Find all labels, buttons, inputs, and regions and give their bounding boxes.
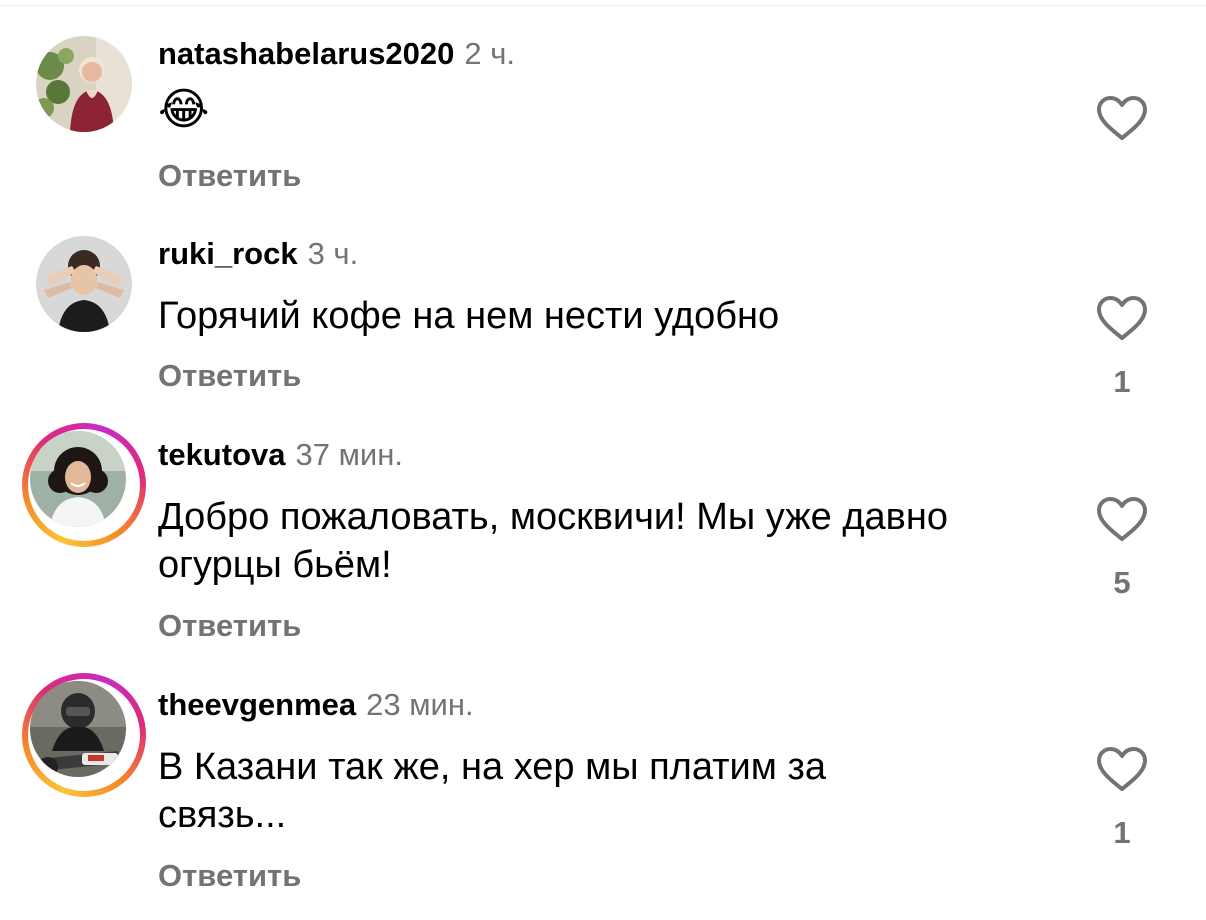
comment-text: Горячий кофе на нем нести удобно — [158, 295, 780, 337]
timestamp: 37 мин. — [295, 437, 403, 472]
comment-header: tekutova 37 мин. — [158, 437, 403, 477]
username[interactable]: theevgenmea — [158, 687, 356, 723]
top-divider — [0, 5, 1206, 6]
like-count[interactable]: 5 — [1096, 565, 1148, 601]
comment-text: Добро пожаловать, москвичи! Мы уже давно… — [158, 496, 948, 586]
comment-header: ruki_rock 3 ч. — [158, 236, 358, 276]
avatar-story-ring[interactable] — [22, 673, 146, 797]
comment-text: 😂 — [158, 86, 1058, 136]
motorcyclist-avatar-icon — [30, 681, 126, 777]
woman-with-plants-avatar-icon — [36, 36, 132, 132]
avatar[interactable] — [36, 36, 132, 132]
username[interactable]: ruki_rock — [158, 236, 298, 272]
timestamp: 3 ч. — [307, 236, 359, 271]
hands-face-avatar-icon — [36, 236, 132, 332]
reply-button[interactable]: Ответить — [158, 608, 301, 644]
avatar-story-ring[interactable] — [22, 423, 146, 547]
like-heart-icon[interactable] — [1096, 746, 1148, 792]
like-heart-icon[interactable] — [1096, 496, 1148, 542]
comment-text: В Казани так же, на хер мы платим за свя… — [158, 746, 827, 836]
timestamp: 2 ч. — [464, 36, 516, 71]
like-count[interactable]: 1 — [1096, 815, 1148, 851]
like-count[interactable]: 1 — [1096, 364, 1148, 400]
smiling-woman-avatar-icon — [30, 431, 126, 527]
avatar — [30, 431, 126, 527]
like-heart-icon[interactable] — [1096, 295, 1148, 341]
face-with-tears-of-joy-emoji: 😂 — [158, 85, 210, 134]
avatar[interactable] — [36, 236, 132, 332]
username[interactable]: natashabelarus2020 — [158, 36, 454, 72]
like-heart-icon[interactable] — [1096, 95, 1148, 141]
comment-header: natashabelarus2020 2 ч. — [158, 36, 515, 76]
reply-button[interactable]: Ответить — [158, 158, 301, 194]
reply-button[interactable]: Ответить — [158, 358, 301, 394]
avatar — [30, 681, 126, 777]
reply-button[interactable]: Ответить — [158, 858, 301, 894]
username[interactable]: tekutova — [158, 437, 285, 473]
timestamp: 23 мин. — [366, 687, 474, 722]
comment-header: theevgenmea 23 мин. — [158, 687, 474, 727]
